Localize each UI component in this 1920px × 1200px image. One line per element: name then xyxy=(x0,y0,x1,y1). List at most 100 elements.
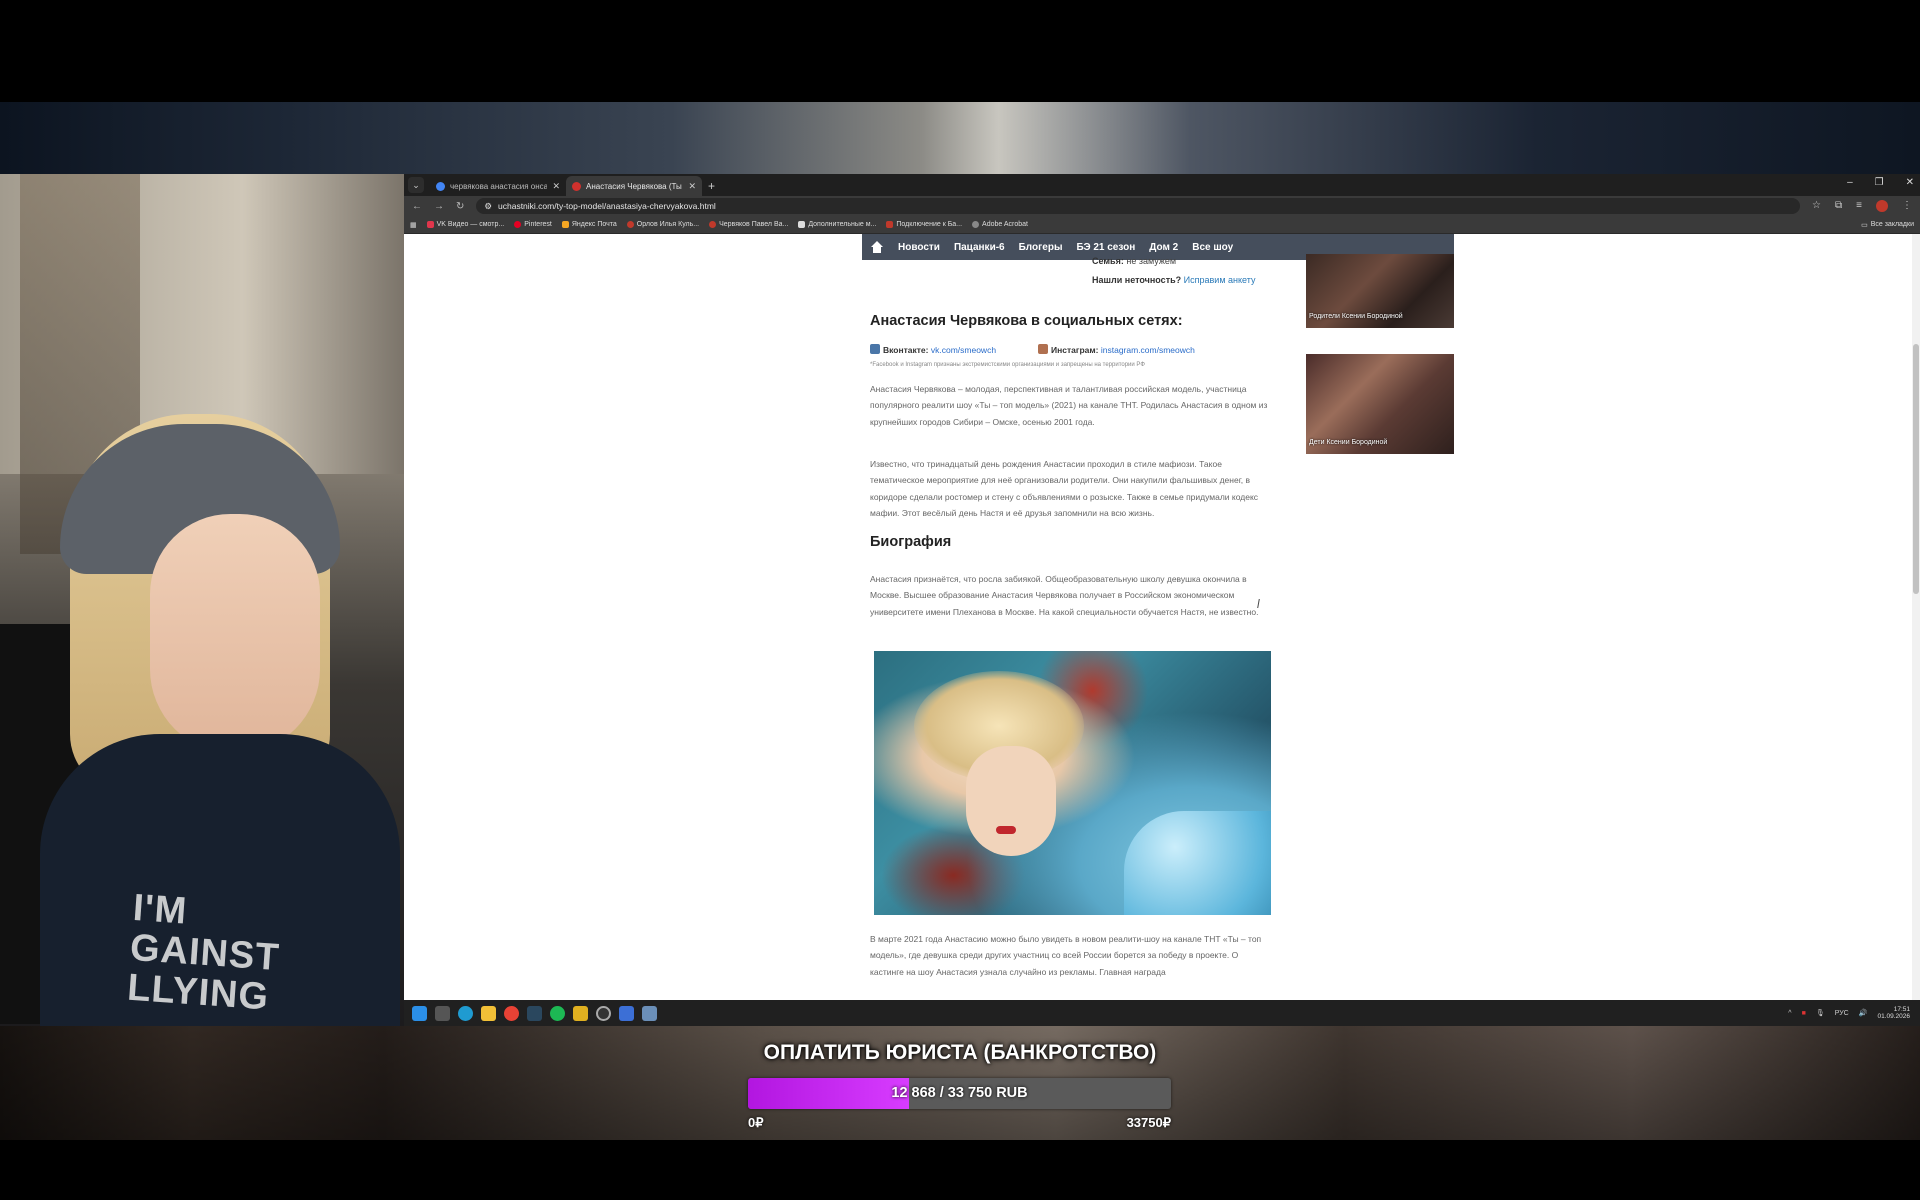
microphone-icon[interactable]: 🎙 xyxy=(1816,1009,1825,1017)
steam-icon[interactable] xyxy=(527,1005,542,1021)
spotify-icon[interactable] xyxy=(550,1005,565,1021)
donation-goal-title: ОПЛАТИТЬ ЮРИСТА (БАНКРОТСТВО) xyxy=(763,1041,1157,1064)
instagram-label: Инстаграм: xyxy=(1051,345,1099,355)
bookmarks-bar: ▦ VK Видео — смотр... Pinterest Яндекс П… xyxy=(404,216,1920,234)
related-card[interactable]: Дети Ксении Бородиной xyxy=(1306,354,1454,454)
extensions-icon[interactable]: ⧉ xyxy=(1835,200,1842,212)
chrome-icon[interactable] xyxy=(504,1005,519,1021)
tab-uchastniki[interactable]: Анастасия Червякова (Ты топ ✕ xyxy=(566,176,702,196)
task-view-icon[interactable] xyxy=(435,1005,450,1021)
app-icon[interactable] xyxy=(573,1005,588,1021)
url-field[interactable]: ⚙ uchastniki.com/ty-top-model/anastasiya… xyxy=(476,198,1801,214)
vk-label: Вконтакте: xyxy=(883,345,929,355)
url-text: uchastniki.com/ty-top-model/anastasiya-c… xyxy=(498,201,716,211)
tab-search-button[interactable]: ⌄ xyxy=(408,177,424,193)
nav-news[interactable]: Новости xyxy=(898,242,940,253)
clock[interactable]: 17:51 01.09.2026 xyxy=(1877,1006,1910,1020)
apps-icon[interactable]: ▦ xyxy=(410,221,417,229)
vk-link[interactable]: vk.com/smeowch xyxy=(931,345,996,355)
browser-window: ⌄ червякова анастасия онса - П ✕ Анастас… xyxy=(404,174,1920,1026)
forward-icon[interactable]: → xyxy=(434,201,444,212)
bookmark-label: Орлов Илья Куль... xyxy=(636,221,700,228)
photo-dress xyxy=(1124,811,1271,915)
site-info-icon[interactable]: ⚙ xyxy=(484,201,492,212)
bookmark-item[interactable]: Pinterest xyxy=(514,221,552,228)
scroll-thumb[interactable] xyxy=(1913,344,1919,594)
file-explorer-icon[interactable] xyxy=(481,1005,496,1021)
bookmark-item[interactable]: Орлов Илья Куль... xyxy=(626,221,700,228)
related-caption: Родители Ксении Бородиной xyxy=(1309,313,1403,320)
paragraph-show: В марте 2021 года Анастасию можно было у… xyxy=(870,934,1262,977)
maximize-icon[interactable]: ❐ xyxy=(1875,177,1884,188)
google-favicon-icon xyxy=(436,181,445,191)
all-bookmarks-label: Все закладки xyxy=(1870,221,1914,228)
tab-title: червякова анастасия онса - П xyxy=(450,181,548,191)
app-icon[interactable] xyxy=(619,1005,634,1021)
minimize-icon[interactable]: – xyxy=(1847,177,1853,188)
stream-layout: I'M GAINST LLYING ⌄ червякова анастасия … xyxy=(0,0,1920,1200)
instagram-icon xyxy=(1038,344,1049,354)
tray-app-icon[interactable]: ■ xyxy=(1802,1010,1806,1017)
reload-icon[interactable]: ↻ xyxy=(456,201,464,212)
background-top xyxy=(0,102,1920,174)
vk-entry: Вконтакте: vk.com/smeowch xyxy=(870,344,996,355)
yandex-mail-icon xyxy=(561,221,569,228)
legal-notice: *Facebook и Instagram признаны экстремис… xyxy=(870,362,1145,368)
windows-taskbar: ^ ■ 🎙 РУС 🔊 17:51 01.09.2026 xyxy=(404,1000,1920,1026)
donation-progress-bar: 12 868 / 33 750 RUB xyxy=(748,1078,1171,1109)
paragraph-biography: Анастасия признаётся, что росла забиякой… xyxy=(870,574,1259,617)
bookmark-label: Червяков Павел Ва... xyxy=(719,221,789,228)
profile-avatar[interactable] xyxy=(1876,200,1888,212)
window-controls: – ❐ ✕ xyxy=(1847,177,1914,188)
bookmark-item[interactable]: Подключение к Ба... xyxy=(886,221,962,228)
donation-max-label: 33750₽ xyxy=(1126,1115,1171,1130)
back-icon[interactable]: ← xyxy=(412,201,422,212)
social-links: Вконтакте: vk.com/smeowch Инстаграм: ins… xyxy=(870,344,1195,355)
obs-icon[interactable] xyxy=(596,1005,611,1021)
related-card[interactable]: Родители Ксении Бородиной xyxy=(1306,254,1454,328)
edge-icon[interactable] xyxy=(458,1005,473,1021)
volume-icon[interactable]: 🔊 xyxy=(1859,1009,1868,1017)
bookmark-item[interactable]: Червяков Павел Ва... xyxy=(709,221,788,228)
bookmark-item[interactable]: Дополнительные м... xyxy=(798,221,876,228)
tab-title: Анастасия Червякова (Ты топ xyxy=(586,181,683,191)
close-window-icon[interactable]: ✕ xyxy=(1906,177,1914,188)
pinterest-icon xyxy=(514,221,522,228)
media-icon[interactable]: ≡ xyxy=(1856,200,1862,212)
bookmark-label: Pinterest xyxy=(524,221,552,228)
all-bookmarks-button[interactable]: ▭ Все закладки xyxy=(1861,221,1914,229)
close-tab-icon[interactable]: ✕ xyxy=(688,181,696,192)
home-icon[interactable] xyxy=(870,241,884,253)
court-icon xyxy=(709,221,717,228)
settings-icon[interactable] xyxy=(642,1005,657,1021)
social-heading: Анастасия Червякова в социальных сетях: xyxy=(870,313,1183,329)
bookmark-item[interactable]: VK Видео — смотр... xyxy=(426,221,504,228)
language-indicator[interactable]: РУС xyxy=(1835,1010,1849,1017)
address-bar: ← → ↻ ⚙ uchastniki.com/ty-top-model/anas… xyxy=(404,196,1920,216)
nav-dom2[interactable]: Дом 2 xyxy=(1149,242,1178,253)
bookmark-label: Дополнительные м... xyxy=(808,221,877,228)
fix-profile-link[interactable]: Исправим анкету xyxy=(1184,275,1256,285)
bookmark-item[interactable]: Яндекс Почта xyxy=(561,221,617,228)
biography-heading: Биография xyxy=(870,534,952,550)
menu-icon[interactable]: ⋮ xyxy=(1902,200,1912,212)
tray-expand-icon[interactable]: ^ xyxy=(1788,1010,1791,1017)
page-scrollbar[interactable] xyxy=(1912,234,1920,1000)
windows-start-icon[interactable] xyxy=(412,1005,427,1021)
system-tray: ^ ■ 🎙 РУС 🔊 17:51 01.09.2026 xyxy=(1788,1006,1910,1020)
photo-lips xyxy=(996,826,1016,834)
bookmark-star-icon[interactable]: ☆ xyxy=(1812,200,1821,212)
nav-bloggers[interactable]: Блогеры xyxy=(1019,242,1063,253)
nav-be21[interactable]: БЭ 21 сезон xyxy=(1077,242,1136,253)
acrobat-icon xyxy=(972,221,980,228)
article-photo[interactable] xyxy=(874,651,1271,915)
x-icon xyxy=(798,221,806,228)
nav-patsanki[interactable]: Пацанки-6 xyxy=(954,242,1005,253)
bookmark-item[interactable]: Adobe Acrobat xyxy=(972,221,1028,228)
instagram-link[interactable]: instagram.com/smeowch xyxy=(1101,345,1195,355)
close-tab-icon[interactable]: ✕ xyxy=(552,181,560,192)
nav-all-shows[interactable]: Все шоу xyxy=(1192,242,1233,253)
new-tab-button[interactable]: + xyxy=(708,179,715,193)
tab-google-search[interactable]: червякова анастасия онса - П ✕ xyxy=(430,176,566,196)
bookmark-label: Adobe Acrobat xyxy=(982,221,1028,228)
